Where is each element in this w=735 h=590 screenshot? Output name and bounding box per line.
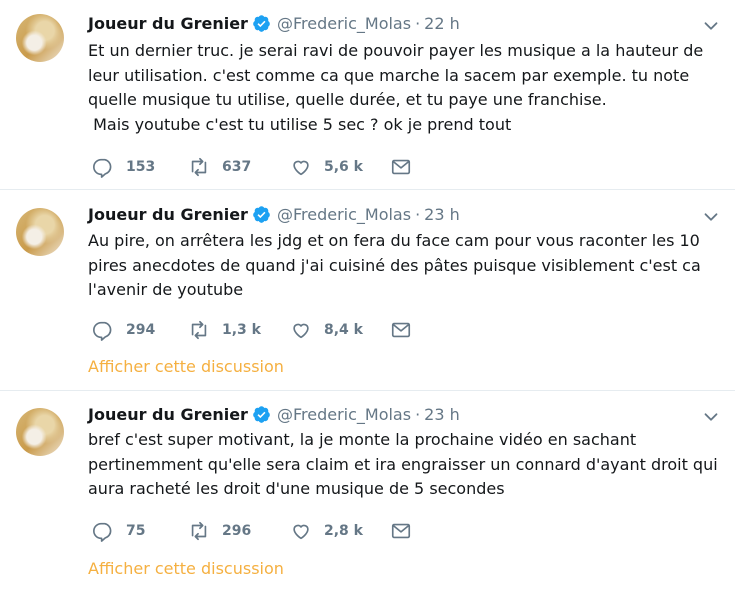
tweet-header: Joueur du Grenier @Frederic_Molas · 23 h xyxy=(88,404,460,424)
envelope-icon xyxy=(391,159,411,175)
tweet[interactable]: Joueur du Grenier @Frederic_Molas · 23 h… xyxy=(0,190,735,390)
reply-icon xyxy=(93,321,112,341)
chevron-down-icon[interactable] xyxy=(700,406,722,428)
show-thread-link[interactable]: Afficher cette discussion xyxy=(88,559,284,578)
retweet-icon xyxy=(191,521,207,541)
reply-button[interactable]: 153 xyxy=(92,156,155,178)
display-name[interactable]: Joueur du Grenier xyxy=(88,405,248,424)
reply-icon xyxy=(93,522,112,542)
like-button[interactable]: 8,4 k xyxy=(290,319,363,341)
retweet-icon xyxy=(191,157,207,177)
verified-badge-icon xyxy=(253,14,270,32)
retweet-button[interactable]: 637 xyxy=(188,156,251,178)
like-button[interactable]: 5,6 k xyxy=(290,156,363,178)
reply-button[interactable]: 75 xyxy=(92,520,145,542)
retweet-button[interactable]: 1,3 k xyxy=(188,319,261,341)
display-name[interactable]: Joueur du Grenier xyxy=(88,205,248,224)
verified-badge-icon xyxy=(253,405,270,423)
retweet-count: 296 xyxy=(222,523,252,539)
tweet[interactable]: Joueur du Grenier @Frederic_Molas · 23 h… xyxy=(0,391,735,590)
tweet-actions: 153 637 5,6 k xyxy=(88,156,428,178)
timestamp[interactable]: 23 h xyxy=(424,205,460,224)
show-thread-link[interactable]: Afficher cette discussion xyxy=(88,357,284,376)
timestamp[interactable]: 23 h xyxy=(424,405,460,424)
handle[interactable]: @Frederic_Molas xyxy=(277,14,411,33)
retweet-button[interactable]: 296 xyxy=(188,520,251,542)
envelope-icon xyxy=(391,322,411,338)
direct-message-button[interactable] xyxy=(390,156,412,178)
reply-count: 153 xyxy=(126,159,156,175)
reply-button[interactable]: 294 xyxy=(92,319,155,341)
tweet-header: Joueur du Grenier @Frederic_Molas · 23 h xyxy=(88,204,460,224)
tweet-text: Au pire, on arrêtera les jdg et on fera … xyxy=(88,231,706,299)
like-button[interactable]: 2,8 k xyxy=(290,520,363,542)
heart-icon xyxy=(293,323,309,339)
like-count: 2,8 k xyxy=(324,523,363,539)
reply-icon xyxy=(93,158,112,178)
handle[interactable]: @Frederic_Molas xyxy=(277,405,411,424)
direct-message-button[interactable] xyxy=(390,520,412,542)
tweet-header: Joueur du Grenier @Frederic_Molas · 22 h xyxy=(88,13,460,33)
chevron-down-icon[interactable] xyxy=(700,206,722,228)
reply-count: 75 xyxy=(126,523,146,539)
retweet-icon xyxy=(191,320,207,340)
tweet-text: bref c'est super motivant, la je monte l… xyxy=(88,430,723,498)
verified-badge-icon xyxy=(253,205,270,223)
avatar[interactable] xyxy=(16,408,64,456)
like-count: 8,4 k xyxy=(324,322,363,338)
separator-dot: · xyxy=(415,404,421,424)
retweet-count: 637 xyxy=(222,159,252,175)
envelope-icon xyxy=(391,523,411,539)
chevron-down-icon[interactable] xyxy=(700,15,722,37)
handle[interactable]: @Frederic_Molas xyxy=(277,205,411,224)
reply-count: 294 xyxy=(126,322,156,338)
avatar[interactable] xyxy=(16,208,64,256)
separator-dot: · xyxy=(415,13,421,33)
tweet-text: Et un dernier truc. je serai ravi de pou… xyxy=(88,41,704,134)
separator-dot: · xyxy=(415,204,421,224)
like-count: 5,6 k xyxy=(324,159,363,175)
retweet-count: 1,3 k xyxy=(222,322,261,338)
timestamp[interactable]: 22 h xyxy=(424,14,460,33)
display-name[interactable]: Joueur du Grenier xyxy=(88,14,248,33)
avatar[interactable] xyxy=(16,14,64,62)
tweet-feed: Joueur du Grenier @Frederic_Molas · 22 h… xyxy=(0,0,735,590)
tweet[interactable]: Joueur du Grenier @Frederic_Molas · 22 h… xyxy=(0,0,735,190)
tweet-actions: 75 296 2,8 k xyxy=(88,520,428,542)
tweet-actions: 294 1,3 k 8,4 k xyxy=(88,319,428,341)
heart-icon xyxy=(293,160,309,176)
heart-icon xyxy=(293,524,309,540)
direct-message-button[interactable] xyxy=(390,319,412,341)
